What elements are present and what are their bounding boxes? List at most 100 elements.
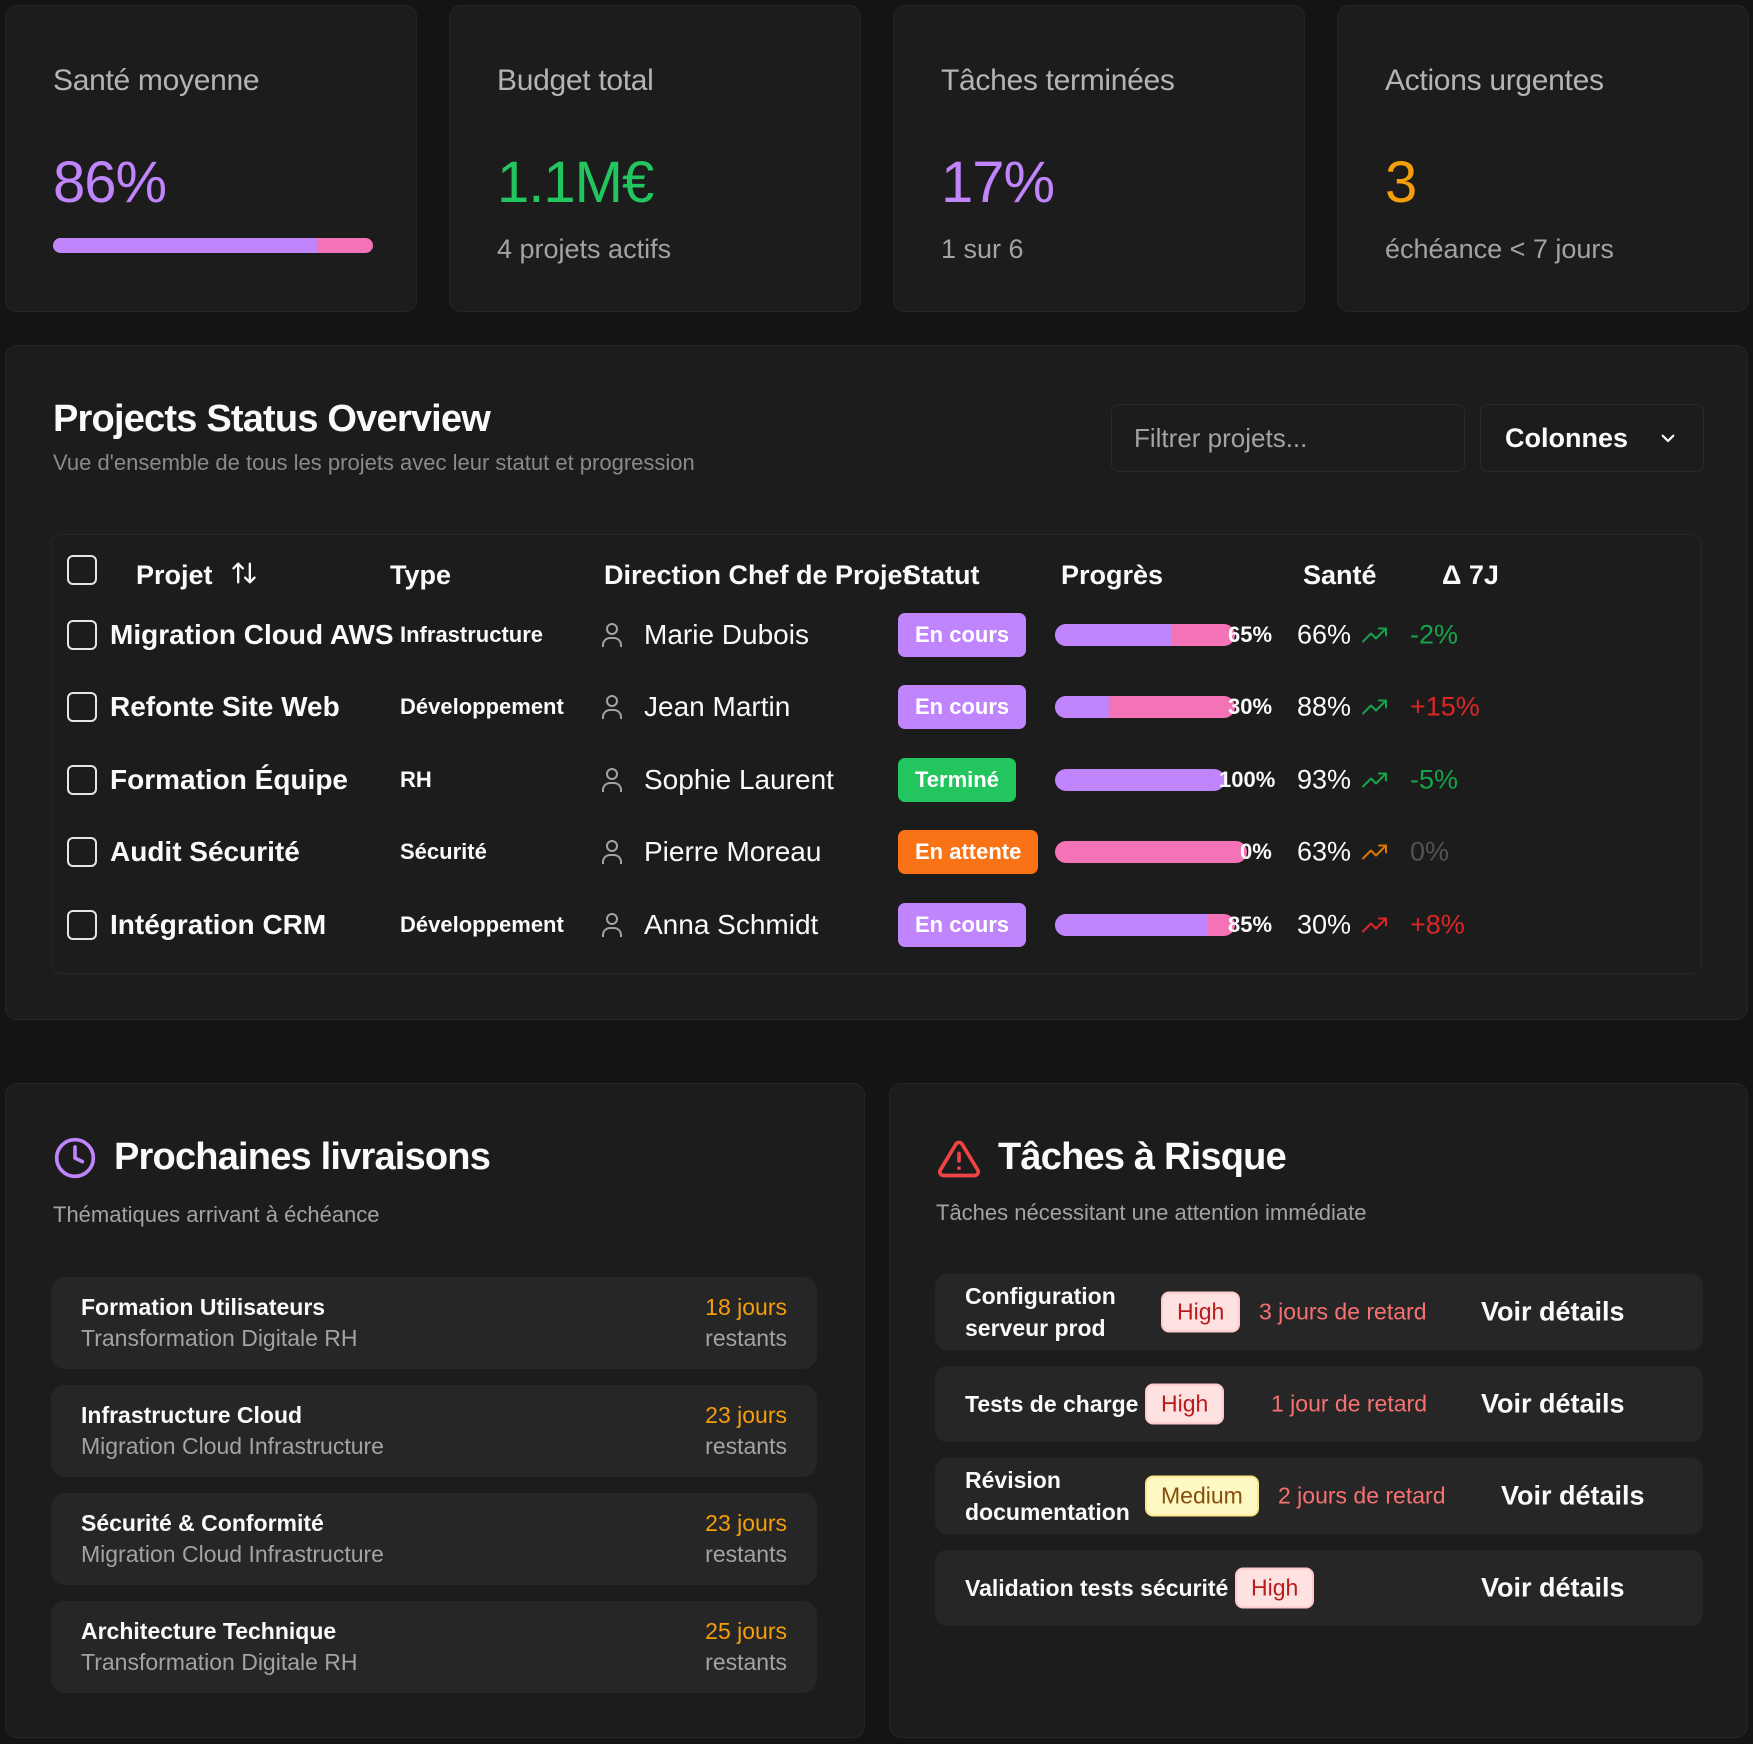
kpi-label: Tâches terminées <box>941 64 1175 97</box>
header-project[interactable]: Projet <box>136 560 213 591</box>
kpi-sub: 4 projets actifs <box>497 234 672 264</box>
health-value: 30% <box>1297 910 1389 941</box>
trend-up-icon <box>1362 772 1388 787</box>
trend-up-icon <box>1362 699 1388 714</box>
row-checkbox[interactable] <box>67 620 97 650</box>
risk-title: Validation tests sécurité <box>965 1575 1229 1601</box>
risks-card: Tâches à Risque Tâches nécessitant une a… <box>889 1083 1748 1738</box>
user-icon <box>602 913 622 937</box>
delivery-subtitle: Migration Cloud Infrastructure <box>81 1541 384 1567</box>
deliveries-title: Prochaines livraisons <box>114 1136 491 1178</box>
user-icon <box>602 623 622 647</box>
kpi-card-health: Santé moyenne 86% <box>5 5 417 312</box>
columns-label: Colonnes <box>1505 422 1629 453</box>
section-subtitle: Vue d'ensemble de tous les projets avec … <box>53 450 695 475</box>
columns-dropdown-button[interactable]: Colonnes <box>1480 404 1704 472</box>
kpi-sub: 1 sur 6 <box>941 234 1024 264</box>
progress-bar <box>1055 696 1235 718</box>
progress-fill <box>1055 624 1172 646</box>
owner-name: Marie Dubois <box>644 619 809 650</box>
progress-bar <box>1055 769 1225 791</box>
health-progress-bar <box>53 238 373 253</box>
delivery-title: Infrastructure Cloud <box>81 1402 303 1428</box>
header-owner: Direction Chef de Projet <box>604 560 912 590</box>
progress-fill <box>1055 769 1225 791</box>
kpi-label: Santé moyenne <box>53 64 260 97</box>
clock-icon <box>54 1137 96 1179</box>
view-details-button[interactable]: Voir détails <box>1481 1297 1625 1328</box>
row-checkbox[interactable] <box>67 692 97 722</box>
delivery-item[interactable]: Infrastructure Cloud Migration Cloud Infr… <box>51 1385 817 1477</box>
health-value: 63% <box>1297 837 1389 868</box>
header-progress: Progrès <box>1061 560 1164 590</box>
sort-arrows-icon[interactable] <box>230 559 258 587</box>
delivery-item[interactable]: Architecture Technique Transformation Dig… <box>51 1601 817 1693</box>
delivery-item[interactable]: Formation Utilisateurs Transformation Dig… <box>51 1277 817 1369</box>
kpi-value: 1.1M€ <box>497 150 654 215</box>
delta-7j: -2% <box>1410 619 1459 650</box>
row-checkbox[interactable] <box>67 910 97 940</box>
filter-projects-input[interactable] <box>1111 404 1465 472</box>
kpi-label: Budget total <box>497 64 654 97</box>
project-owner: Marie Dubois <box>600 619 809 651</box>
user-icon <box>602 768 622 792</box>
user-icon <box>602 695 622 719</box>
risks-title: Tâches à Risque <box>998 1136 1287 1178</box>
delivery-remaining: restants <box>705 1433 787 1459</box>
delay-text: 1 jour de retard <box>1271 1390 1427 1417</box>
health-progress-fill <box>53 238 318 253</box>
kpi-card-budget: Budget total 1.1M€ 4 projets actifs <box>449 5 861 312</box>
risk-item: Configuration serveur prod High 3 jours de… <box>935 1274 1703 1350</box>
project-owner: Pierre Moreau <box>600 836 821 868</box>
delay-text: 3 jours de retard <box>1259 1298 1427 1325</box>
project-type: Développement <box>400 912 564 937</box>
progress-bar <box>1055 914 1235 936</box>
owner-name: Jean Martin <box>644 691 791 722</box>
delivery-item[interactable]: Sécurité & Conformité Migration Cloud Inf… <box>51 1493 817 1585</box>
progress-bar <box>1055 624 1235 646</box>
owner-name: Sophie Laurent <box>644 764 834 795</box>
health-percent: 30% <box>1297 909 1352 940</box>
delivery-remaining: restants <box>705 1649 787 1675</box>
project-name: Migration Cloud AWS <box>110 619 394 650</box>
health-percent: 88% <box>1297 691 1352 722</box>
delta-7j: +8% <box>1410 909 1465 940</box>
table-row[interactable]: Intégration CRM Développement Anna Schmidt… <box>52 889 1703 961</box>
status-badge: En cours <box>898 685 1027 729</box>
delivery-remaining: restants <box>705 1541 787 1567</box>
delivery-subtitle: Transformation Digitale RH <box>81 1325 358 1351</box>
table-row[interactable]: Audit Sécurité Sécurité Pierre Moreau En at… <box>52 816 1703 888</box>
view-details-button[interactable]: Voir détails <box>1481 1389 1625 1420</box>
project-name: Formation Équipe <box>110 764 348 795</box>
project-name: Audit Sécurité <box>110 836 300 867</box>
delta-7j: +15% <box>1410 691 1480 722</box>
project-owner: Sophie Laurent <box>600 764 834 796</box>
delivery-title: Formation Utilisateurs <box>81 1294 326 1320</box>
project-type: Développement <box>400 694 564 719</box>
risks-subtitle: Tâches nécessitant une attention immédia… <box>936 1200 1367 1225</box>
view-details-button[interactable]: Voir détails <box>1501 1481 1645 1512</box>
view-details-button[interactable]: Voir détails <box>1481 1573 1625 1604</box>
table-row[interactable]: Formation Équipe RH Sophie Laurent Terminé 1… <box>52 744 1703 816</box>
trend-up-icon <box>1362 627 1388 642</box>
priority-badge: Medium <box>1145 1475 1259 1517</box>
health-percent: 93% <box>1297 764 1352 795</box>
kpi-value: 86% <box>53 150 167 215</box>
header-type: Type <box>390 560 452 590</box>
delivery-remaining: restants <box>705 1325 787 1351</box>
row-checkbox[interactable] <box>67 837 97 867</box>
health-value: 66% <box>1297 620 1389 651</box>
risk-item: Tests de charge High 1 jour de retard Voir … <box>935 1366 1703 1442</box>
table-row[interactable]: Refonte Site Web Développement Jean Martin… <box>52 671 1703 743</box>
delivery-subtitle: Migration Cloud Infrastructure <box>81 1433 384 1459</box>
delivery-title: Architecture Technique <box>81 1618 337 1644</box>
health-value: 93% <box>1297 765 1389 796</box>
table-row[interactable]: Migration Cloud AWS Infrastructure Marie D… <box>52 599 1703 671</box>
select-all-checkbox[interactable] <box>67 555 97 585</box>
status-badge: En cours <box>898 613 1027 657</box>
row-checkbox[interactable] <box>67 765 97 795</box>
chevron-down-icon <box>1661 434 1675 443</box>
project-owner: Jean Martin <box>600 691 790 723</box>
projects-table: Projet Type Direction Chef de Projet Sta… <box>51 534 1702 974</box>
risk-title: Révision documentation <box>965 1467 1130 1525</box>
